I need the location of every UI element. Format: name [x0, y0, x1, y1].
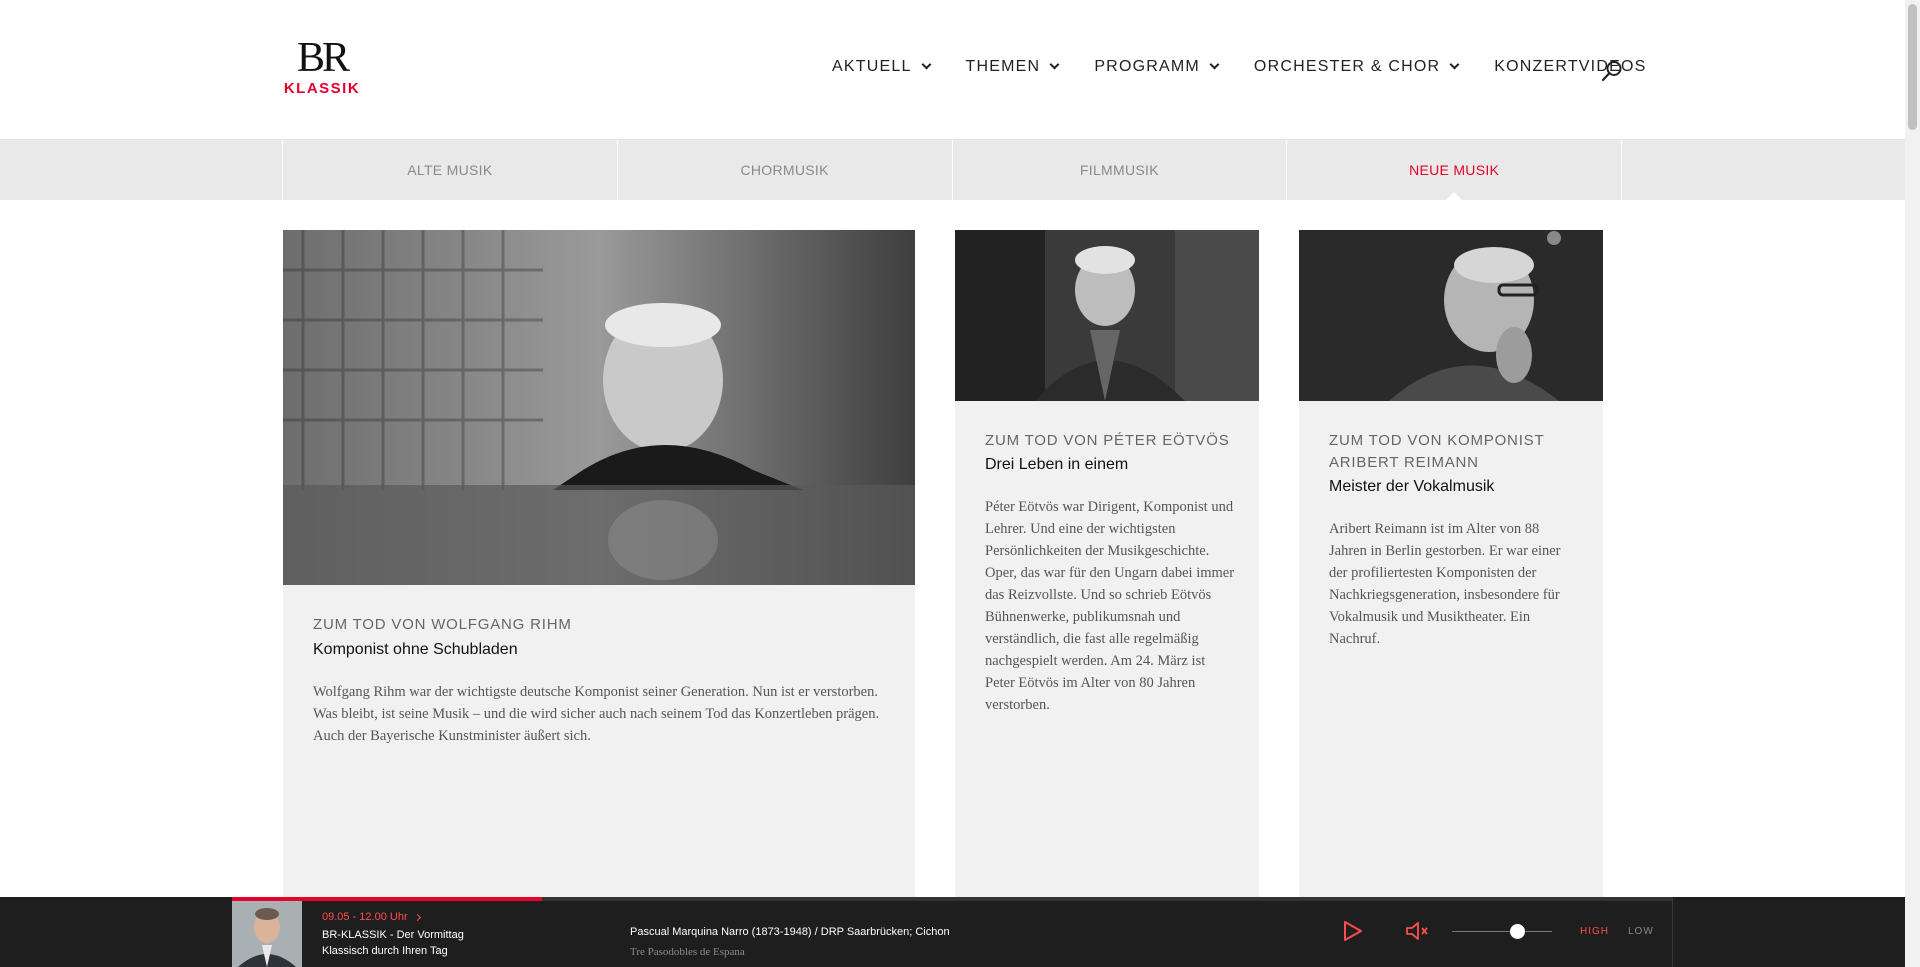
- article-kicker: ZUM TOD VON PÉTER EÖTVÖS: [985, 432, 1230, 449]
- nav-item-label: AKTUELL: [832, 58, 912, 75]
- article-teaser: Aribert Reimann ist im Alter von 88 Jahr…: [1329, 521, 1561, 647]
- nav-item-aktuell[interactable]: AKTUELL: [832, 58, 931, 76]
- nav-item-themen[interactable]: THEMEN: [965, 58, 1060, 76]
- tab-neue-musik[interactable]: NEUE MUSIK: [1287, 140, 1622, 200]
- scrollbar-thumb[interactable]: [1908, 4, 1917, 130]
- logo-klassik: KLASSIK: [283, 80, 361, 97]
- nav-item-programm[interactable]: PROGRAMM: [1094, 58, 1220, 76]
- program-info: BR-KLASSIK - Der Vormittag Klassisch dur…: [322, 927, 464, 959]
- article-title[interactable]: Meister der Vokalmusik: [1329, 476, 1579, 498]
- tab-alte-musik[interactable]: ALTE MUSIK: [283, 140, 618, 200]
- nav-item-label: ORCHESTER & CHOR: [1253, 58, 1441, 75]
- radio-player: 09.05 - 12.00 Uhr BR-KLASSIK - Der Vormi…: [0, 897, 1905, 967]
- chevron-right-icon: [413, 913, 421, 921]
- player-divider: [1672, 897, 1673, 967]
- program-subtitle: Klassisch durch Ihren Tag: [322, 945, 448, 957]
- article-title[interactable]: Drei Leben in einem: [985, 454, 1235, 476]
- nav-item-orchester-chor[interactable]: ORCHESTER & CHOR: [1253, 58, 1460, 76]
- play-icon: [1344, 921, 1362, 941]
- mute-button[interactable]: [1404, 919, 1430, 943]
- program-time-link[interactable]: 09.05 - 12.00 Uhr: [322, 911, 421, 923]
- topic-subtabs: ALTE MUSIK CHORMUSIK FILMMUSIK NEUE MUSI…: [0, 140, 1905, 200]
- portrait-photo[interactable]: [283, 230, 915, 585]
- speaker-icon: [1406, 922, 1428, 940]
- article-kicker: ZUM TOD VON WOLFGANG RIHM: [313, 616, 572, 633]
- article-kicker: ZUM TOD VON KOMPONIST ARIBERT REIMANN: [1329, 432, 1545, 471]
- chevron-down-icon: [921, 59, 931, 70]
- page-scrollbar[interactable]: [1905, 0, 1920, 967]
- article-card-reimann[interactable]: ZUM TOD VON KOMPONIST ARIBERT REIMANN Me…: [1299, 230, 1603, 898]
- volume-slider-handle[interactable]: [1510, 924, 1525, 939]
- chevron-down-icon: [1209, 59, 1220, 70]
- main-nav: AKTUELL THEMEN PROGRAMM ORCHESTER & CHOR…: [832, 58, 1682, 76]
- portrait-photo[interactable]: [1299, 230, 1603, 401]
- search-icon[interactable]: [1600, 59, 1624, 83]
- track-title: Pascual Marquina Narro (1873-1948) / DRP…: [630, 926, 950, 938]
- volume-slider-track[interactable]: [1452, 931, 1552, 932]
- chevron-down-icon: [1049, 59, 1060, 70]
- article-title[interactable]: Komponist ohne Schubladen: [313, 639, 883, 661]
- portrait-photo[interactable]: [955, 230, 1259, 401]
- quality-high-toggle[interactable]: HIGH: [1580, 926, 1609, 937]
- program-title: BR-KLASSIK - Der Vormittag: [322, 929, 464, 941]
- chevron-down-icon: [1449, 59, 1460, 70]
- tab-filmmusik[interactable]: FILMMUSIK: [953, 140, 1288, 200]
- article-teaser: Wolfgang Rihm war der wichtigste deutsch…: [313, 684, 880, 744]
- site-header: BR KLASSIK AKTUELL THEMEN PROGRAMM ORCHE…: [0, 0, 1905, 140]
- host-avatar[interactable]: [232, 901, 302, 967]
- nav-item-label: PROGRAMM: [1094, 58, 1200, 75]
- play-button[interactable]: [1342, 919, 1364, 943]
- article-card-eotvos[interactable]: ZUM TOD VON PÉTER EÖTVÖS Drei Leben in e…: [955, 230, 1259, 898]
- quality-low-toggle[interactable]: LOW: [1628, 926, 1654, 937]
- subtabs-row: ALTE MUSIK CHORMUSIK FILMMUSIK NEUE MUSI…: [282, 140, 1622, 200]
- logo-br: BR: [296, 35, 350, 81]
- br-klassik-logo[interactable]: BR KLASSIK: [282, 35, 362, 98]
- nav-item-label: THEMEN: [965, 58, 1041, 75]
- tab-chormusik[interactable]: CHORMUSIK: [618, 140, 953, 200]
- article-card-rihm[interactable]: ZUM TOD VON WOLFGANG RIHM Komponist ohne…: [283, 230, 915, 898]
- search-icon-graphic: [1601, 61, 1622, 82]
- article-teaser: Péter Eötvös war Dirigent, Komponist und…: [985, 499, 1235, 713]
- track-work: Tre Pasodobles de Espana: [630, 946, 745, 958]
- program-time: 09.05 - 12.00 Uhr: [322, 911, 408, 923]
